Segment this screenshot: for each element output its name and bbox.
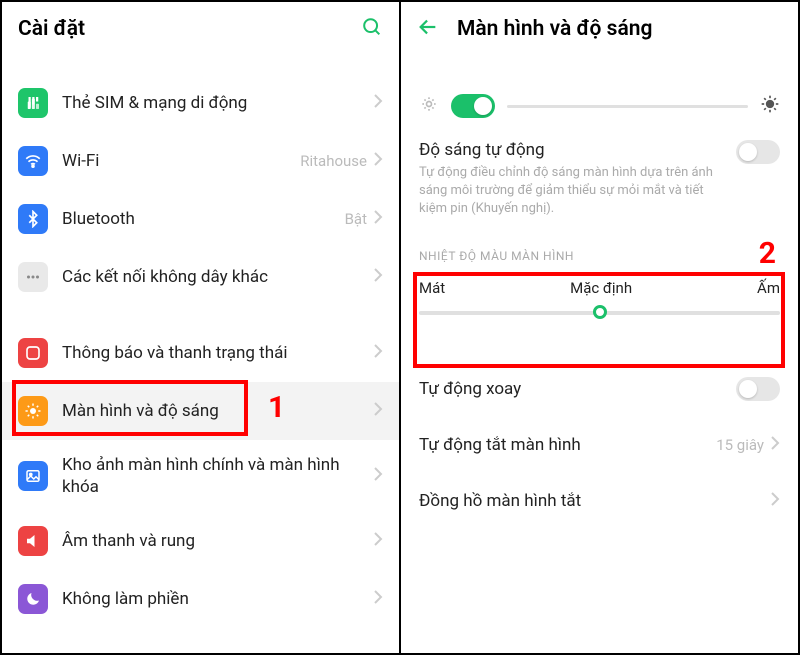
slider-thumb[interactable] — [593, 305, 607, 319]
row-label: Wi-Fi — [62, 150, 300, 172]
chevron-right-icon — [373, 267, 383, 287]
brightness-toggle[interactable] — [451, 94, 495, 118]
row-wifi[interactable]: Wi-Fi Ritahouse — [2, 132, 399, 190]
row-value: Bật — [345, 210, 367, 228]
auto-brightness-title: Độ sáng tự động — [419, 140, 724, 160]
chevron-right-icon — [373, 531, 383, 551]
row-value: Ritahouse — [300, 152, 367, 170]
chevron-right-icon — [373, 401, 383, 421]
row-dnd[interactable]: Không làm phiền — [2, 570, 399, 628]
row-aod[interactable]: Đồng hồ màn hình tắt — [401, 473, 798, 529]
moon-icon — [18, 584, 48, 614]
row-sim[interactable]: Thẻ SIM & mạng di động — [2, 74, 399, 132]
color-temp-header: NHIỆT ĐỘ MÀU MÀN HÌNH — [419, 249, 780, 263]
row-bluetooth[interactable]: Bluetooth Bật — [2, 190, 399, 248]
chevron-right-icon — [373, 209, 383, 229]
settings-pane: Cài đặt Thẻ SIM & mạng di động Wi-Fi Rit… — [2, 2, 401, 653]
color-temp-section: NHIỆT ĐỘ MÀU MÀN HÌNH Mát Mặc định Ấm — [401, 237, 798, 337]
back-icon[interactable] — [417, 16, 439, 42]
row-label: Thẻ SIM & mạng di động — [62, 92, 373, 114]
row-label: Bluetooth — [62, 208, 345, 230]
temp-warm-label: Ấm — [757, 279, 780, 297]
display-title: Màn hình và độ sáng — [457, 17, 652, 41]
row-notifications[interactable]: Thông báo và thanh trạng thái — [2, 324, 399, 382]
brightness-slider[interactable] — [507, 105, 748, 108]
brightness-row — [401, 74, 798, 130]
wifi-icon — [18, 146, 48, 176]
row-label: Màn hình và độ sáng — [62, 400, 373, 422]
settings-header: Cài đặt — [2, 2, 399, 56]
temp-cool-label: Mát — [419, 279, 445, 297]
brightness-icon — [18, 396, 48, 426]
chevron-right-icon — [770, 491, 780, 511]
row-label: Không làm phiền — [62, 588, 373, 610]
row-label: Các kết nối không dây khác — [62, 266, 373, 288]
row-label: Âm thanh và rung — [62, 530, 373, 552]
chevron-right-icon — [373, 466, 383, 486]
chevron-right-icon — [373, 93, 383, 113]
sim-icon — [18, 88, 48, 118]
chevron-right-icon — [770, 435, 780, 455]
row-value: 15 giây — [716, 436, 764, 454]
sound-icon — [18, 526, 48, 556]
temp-default-label: Mặc định — [570, 279, 632, 297]
auto-brightness-block: Độ sáng tự động Tự động điều chỉnh độ sá… — [401, 130, 798, 237]
color-temp-slider[interactable] — [419, 311, 780, 315]
sun-high-icon — [760, 94, 780, 118]
row-wallpaper[interactable]: Kho ảnh màn hình chính và màn hình khóa — [2, 440, 399, 512]
row-display[interactable]: Màn hình và độ sáng — [2, 382, 399, 440]
chevron-right-icon — [373, 151, 383, 171]
row-more-connections[interactable]: Các kết nối không dây khác — [2, 248, 399, 306]
row-label: Thông báo và thanh trạng thái — [62, 342, 373, 364]
display-header: Màn hình và độ sáng — [401, 2, 798, 56]
auto-brightness-toggle[interactable] — [736, 140, 780, 164]
more-icon — [18, 262, 48, 292]
notification-icon — [18, 338, 48, 368]
row-label: Đồng hồ màn hình tắt — [419, 491, 770, 511]
gallery-icon — [18, 461, 48, 491]
row-auto-rotate[interactable]: Tự động xoay — [401, 361, 798, 417]
bluetooth-icon — [18, 204, 48, 234]
sun-low-icon — [419, 94, 439, 118]
row-sound[interactable]: Âm thanh và rung — [2, 512, 399, 570]
annotation-number-2: 2 — [759, 236, 776, 271]
row-label: Tự động tắt màn hình — [419, 435, 716, 455]
display-settings-pane: Màn hình và độ sáng Độ sáng tự động Tự đ… — [401, 2, 798, 653]
annotation-number-1: 1 — [268, 390, 285, 425]
auto-brightness-desc: Tự động điều chỉnh độ sáng màn hình dựa … — [419, 164, 724, 219]
chevron-right-icon — [373, 343, 383, 363]
row-label: Tự động xoay — [419, 379, 736, 399]
chevron-right-icon — [373, 589, 383, 609]
auto-rotate-toggle[interactable] — [736, 377, 780, 401]
settings-title: Cài đặt — [18, 17, 85, 41]
search-icon[interactable] — [361, 16, 383, 42]
row-screen-timeout[interactable]: Tự động tắt màn hình 15 giây — [401, 417, 798, 473]
row-label: Kho ảnh màn hình chính và màn hình khóa — [62, 454, 373, 498]
